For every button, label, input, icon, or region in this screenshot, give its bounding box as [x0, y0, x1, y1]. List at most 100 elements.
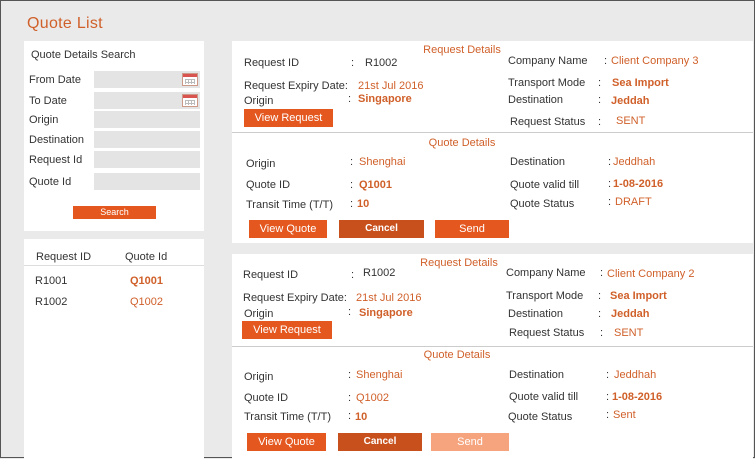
quote-valid-label: Quote valid till	[509, 391, 579, 403]
transport-label: Transport Mode	[508, 77, 586, 89]
origin-row: Origin	[24, 111, 204, 128]
destination-value: Jeddah	[611, 95, 650, 107]
cancel-button[interactable]: Cancel	[339, 220, 424, 238]
result-quote-link[interactable]: Q1001	[130, 275, 163, 287]
origin-label: Origin	[244, 308, 274, 320]
quote-valid-value: 1-08-2016	[612, 391, 663, 403]
quote-id-value: Q1001	[359, 179, 393, 191]
company-label: Company Name	[506, 267, 586, 279]
quote-id-label: Quote ID	[244, 392, 289, 404]
quote-id-label: Quote Id	[29, 176, 72, 188]
from-date-row: From Date	[24, 71, 204, 88]
origin-value: Singapore	[358, 93, 412, 105]
request-details-title: Request Details	[423, 44, 501, 56]
view-quote-button[interactable]: View Quote	[249, 220, 327, 238]
destination-value: Jeddah	[611, 308, 650, 320]
view-quote-button[interactable]: View Quote	[247, 433, 326, 451]
quote-destination-value: Jeddhah	[614, 369, 657, 381]
calendar-icon[interactable]	[182, 94, 198, 107]
quote-details-title: Quote Details	[423, 349, 491, 361]
quote-card: Request Details Request ID : R1002 Compa…	[232, 41, 753, 243]
quote-origin-value: Shenghai	[359, 156, 406, 168]
quote-id-input[interactable]	[94, 173, 200, 190]
destination-label: Destination	[29, 134, 85, 146]
company-value: Client Company 2	[607, 268, 695, 280]
to-date-label: To Date	[29, 95, 67, 107]
quote-origin-value: Shenghai	[356, 369, 403, 381]
expiry-label: Request Expiry Date:	[244, 80, 348, 92]
quote-status-label: Quote Status	[508, 411, 573, 423]
result-row[interactable]: R1002 Q1002	[24, 296, 204, 312]
quote-valid-value: 1-08-2016	[613, 178, 664, 190]
result-request-id: R1002	[35, 296, 68, 308]
section-divider	[232, 346, 753, 347]
company-label: Company Name	[508, 55, 588, 67]
request-id-label: Request ID	[244, 57, 300, 69]
view-request-button[interactable]: View Request	[242, 321, 332, 339]
quote-valid-label: Quote valid till	[510, 179, 580, 191]
origin-input[interactable]	[94, 111, 200, 128]
from-date-label: From Date	[29, 74, 81, 86]
quote-origin-label: Origin	[246, 158, 276, 170]
search-panel-title: Quote Details Search	[31, 49, 136, 61]
transit-time-value: 10	[357, 198, 370, 210]
origin-value: Singapore	[359, 307, 413, 319]
request-status-label: Request Status	[510, 116, 586, 128]
view-request-button[interactable]: View Request	[244, 109, 333, 127]
request-id-row: Request Id	[24, 151, 204, 168]
page-title: Quote List	[27, 15, 103, 32]
to-date-row: To Date	[24, 92, 204, 109]
col-request-id: Request ID	[36, 251, 92, 263]
transit-time-label: Transit Time (T/T)	[244, 411, 331, 423]
destination-row: Destination	[24, 131, 204, 148]
request-id-value: R1002	[363, 267, 396, 279]
expiry-label: Request Expiry Date:	[243, 292, 347, 304]
request-id-value: R1002	[365, 57, 398, 69]
request-id-label: Request ID	[243, 269, 299, 281]
request-id-label: Request Id	[29, 154, 83, 166]
calendar-icon[interactable]	[182, 73, 198, 86]
search-panel: Quote Details Search From Date To Date O…	[24, 41, 204, 231]
transit-time-value: 10	[355, 411, 368, 423]
quote-status-label: Quote Status	[510, 198, 575, 210]
expiry-value: 21st Jul 2016	[356, 292, 422, 304]
quote-status-value: Sent	[613, 409, 636, 421]
request-details-title: Request Details	[420, 257, 498, 269]
section-divider	[232, 132, 753, 133]
col-quote-id: Quote Id	[125, 251, 168, 263]
request-id-input[interactable]	[94, 151, 200, 168]
request-status-label: Request Status	[509, 327, 585, 339]
quote-card: Request Details Request ID : R1002 Compa…	[232, 254, 753, 459]
send-button: Send	[431, 433, 509, 451]
company-value: Client Company 3	[611, 55, 699, 67]
transport-label: Transport Mode	[506, 290, 584, 302]
origin-label: Origin	[244, 95, 274, 107]
request-status-value: SENT	[614, 327, 644, 339]
quote-destination-value: Jeddhah	[613, 156, 656, 168]
quote-status-value: DRAFT	[615, 196, 652, 208]
quote-details-title: Quote Details	[428, 137, 496, 149]
result-quote-link[interactable]: Q1002	[130, 296, 163, 308]
destination-input[interactable]	[94, 131, 200, 148]
result-request-id: R1001	[35, 275, 68, 287]
destination-label: Destination	[508, 94, 564, 106]
result-row[interactable]: R1001 Q1001	[24, 275, 204, 291]
request-status-value: SENT	[616, 115, 646, 127]
destination-label: Destination	[508, 308, 564, 320]
send-button[interactable]: Send	[435, 220, 509, 238]
results-panel: Request ID Quote Id R1001 Q1001 R1002 Q1…	[24, 239, 204, 459]
transport-value: Sea Import	[612, 77, 669, 89]
quote-id-label: Quote ID	[246, 179, 291, 191]
search-button[interactable]: Search	[73, 206, 156, 219]
transport-value: Sea Import	[610, 290, 667, 302]
transit-time-label: Transit Time (T/T)	[246, 199, 333, 211]
cancel-button[interactable]: Cancel	[338, 433, 422, 451]
quote-origin-label: Origin	[244, 371, 274, 383]
quote-id-value: Q1002	[356, 392, 390, 404]
quote-id-row: Quote Id	[24, 173, 204, 190]
origin-label: Origin	[29, 114, 59, 126]
expiry-value: 21st Jul 2016	[358, 80, 424, 92]
results-header: Request ID Quote Id	[24, 246, 204, 266]
quote-destination-label: Destination	[510, 156, 566, 168]
quote-destination-label: Destination	[509, 369, 565, 381]
